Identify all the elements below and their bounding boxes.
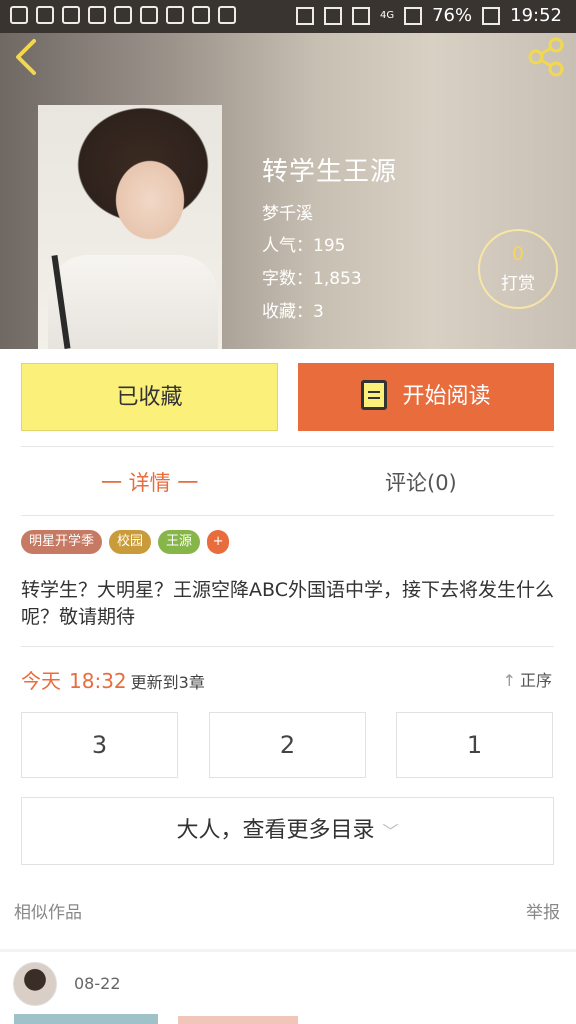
keyboard-icon [166, 6, 184, 24]
avatar[interactable] [13, 962, 57, 1006]
more-catalog-button[interactable]: 大人，查看更多目录 ﹀ [21, 797, 554, 865]
similar-work-card[interactable]: 08-22 [0, 952, 576, 1024]
book-header: 转学生王源 梦千溪 人气：195 字数：1,853 收藏：3 0 打赏 [0, 33, 576, 349]
start-reading-button[interactable]: 开始阅读 [298, 363, 554, 431]
tip-count: 0 [511, 243, 525, 265]
chapter-item[interactable]: 2 [209, 712, 366, 778]
signal-icon [404, 6, 423, 25]
update-day: 今天 [21, 669, 61, 693]
book-detail-content: 已收藏 开始阅读 一 详情 一 评论(0) 明星开学季 校园 王源 + 转学生？… [0, 349, 576, 949]
favorited-button[interactable]: 已收藏 [21, 363, 278, 431]
tip-label: 打赏 [501, 274, 535, 294]
book-icon [361, 380, 388, 410]
wechat-icon [88, 6, 106, 24]
mail-icon [218, 6, 236, 24]
chevron-left-icon [16, 39, 36, 75]
app-notification-icon [10, 6, 28, 24]
more-catalog-label: 大人，查看更多目录 [176, 818, 375, 843]
book-description: 转学生？大明星？王源空降ABC外国语中学，接下去将发生什么呢？敬请期待 [21, 579, 554, 628]
book-author[interactable]: 梦千溪 [262, 199, 313, 224]
back-button[interactable] [10, 37, 44, 77]
chapter-item[interactable]: 1 [396, 712, 553, 778]
start-reading-label: 开始阅读 [402, 384, 491, 409]
similar-work-thumbnail[interactable] [14, 1014, 158, 1024]
wifi-icon [351, 6, 370, 25]
tab-details[interactable]: 一 详情 一 [101, 467, 198, 497]
divider [21, 515, 554, 516]
word-count: 字数：1,853 [262, 269, 362, 289]
update-time: 18:32 [69, 669, 127, 693]
similar-works-heading: 相似作品 [14, 903, 82, 923]
app-notification-icon [62, 6, 80, 24]
battery-level: 76% [432, 5, 473, 26]
cover-figure [48, 255, 218, 349]
tag[interactable]: 校园 [109, 530, 152, 554]
favorite-count: 收藏：3 [262, 302, 324, 322]
tip-button[interactable]: 0 打赏 [478, 229, 558, 309]
app-notification-icon [192, 6, 210, 24]
tab-comments[interactable]: 评论(0) [385, 467, 457, 497]
wechat-icon [114, 6, 132, 24]
update-info: 今天 18:32 更新到3章 ↑ 正序 [21, 665, 554, 695]
divider [21, 646, 554, 647]
tag[interactable]: 明星开学季 [21, 530, 103, 554]
update-note: 更新到3章 [130, 673, 205, 692]
notification-icons [10, 6, 236, 24]
battery-icon [482, 6, 501, 25]
sort-order-label: 正序 [519, 671, 552, 690]
network-type: 4G [379, 10, 395, 21]
add-tag-button[interactable]: + [207, 530, 230, 554]
favorited-label: 已收藏 [116, 385, 183, 410]
clock: 19:52 [510, 5, 562, 26]
system-icons: 4G 76% 19:52 [295, 5, 562, 26]
share-icon [528, 37, 564, 77]
book-cover[interactable] [38, 105, 222, 349]
share-button[interactable] [526, 37, 566, 77]
divider [21, 446, 554, 447]
app-notification-icon [140, 6, 158, 24]
similar-work-title[interactable] [178, 1016, 298, 1024]
popularity: 人气：195 [262, 236, 346, 256]
tag[interactable]: 王源 [158, 530, 201, 554]
post-date: 08-22 [74, 974, 121, 993]
chevron-down-icon: ﹀ [382, 822, 399, 841]
report-link[interactable]: 举报 [526, 898, 560, 923]
status-bar: 4G 76% 19:52 [0, 0, 576, 33]
app-notification-icon [36, 6, 54, 24]
nfc-icon [295, 6, 314, 25]
arrow-up-icon: ↑ [502, 671, 516, 690]
chapter-item[interactable]: 3 [21, 712, 178, 778]
sort-order-button[interactable]: ↑ 正序 [503, 667, 552, 691]
book-title: 转学生王源 [262, 157, 398, 187]
mute-icon [323, 6, 342, 25]
tag-list: 明星开学季 校园 王源 + [21, 530, 230, 554]
